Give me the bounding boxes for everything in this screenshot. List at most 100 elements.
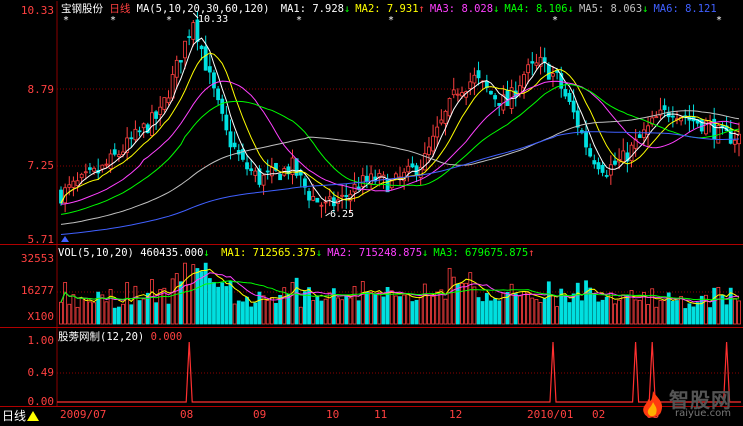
volume-bar-3 (71, 294, 76, 325)
candle-body-148 (670, 115, 675, 118)
volume-bar-23 (154, 302, 158, 325)
volume-bar-122 (563, 295, 568, 325)
vol-indicator-1: MA1: 712565.375 (221, 247, 316, 259)
volume-bar-139 (633, 299, 638, 325)
volume-bar-15 (121, 303, 125, 325)
ma-indicator-5: MA5: 8.063 (578, 3, 643, 15)
candle-body-163 (732, 139, 737, 145)
volume-bar-62 (315, 295, 320, 325)
candle-body-99 (468, 81, 473, 89)
volume-bar-58 (298, 306, 303, 325)
volume-bar-132 (604, 296, 609, 325)
volume-bar-50 (265, 300, 270, 325)
period-mode-selector[interactable]: 日线 (2, 408, 40, 424)
volume-bar-81 (393, 295, 398, 325)
volume-bar-91 (435, 291, 440, 325)
candle-body-74 (365, 175, 369, 182)
volume-bar-114 (530, 297, 535, 325)
volume-bar-7 (88, 301, 92, 325)
ma-indicator-3-arrow: ↓ (493, 3, 500, 15)
volume-bar-22 (150, 279, 154, 325)
candle-body-141 (642, 129, 646, 138)
candle-body-63 (319, 204, 324, 207)
volume-header: VOL(5,10,20) 460435.000↓ MA1: 712565.375… (58, 247, 535, 259)
volume-bar-146 (662, 300, 667, 325)
volume-bar-150 (679, 296, 684, 325)
volume-bar-123 (567, 302, 572, 325)
volume-bar-30 (183, 262, 187, 325)
candle-body-100 (472, 74, 477, 84)
volume-bar-72 (356, 300, 361, 325)
candle-body-128 (588, 148, 593, 157)
volume-bar-88 (422, 283, 427, 325)
stock-name[interactable]: 宝钢股份 (61, 3, 103, 15)
vol-label: VOL(5,10,20) (58, 247, 134, 259)
candle-body-50 (265, 170, 270, 173)
chart-canvas: * * * * * * * (0, 1, 743, 407)
vol-indicator-3: MA3: 679675.875 (433, 247, 529, 259)
candle-body-5 (79, 173, 84, 179)
volume-bar-131 (600, 299, 605, 325)
candle-body-35 (203, 46, 208, 71)
candle-body-101 (476, 70, 481, 79)
candle-body-14 (116, 154, 121, 157)
volume-bar-12 (108, 289, 113, 325)
indicator-tick-3: 0.00 (27, 395, 55, 408)
volume-bar-95 (451, 276, 456, 325)
volume-bar-89 (427, 294, 431, 325)
candle-body-130 (596, 162, 601, 170)
volume-bar-52 (274, 302, 278, 325)
volume-bar-144 (654, 306, 659, 325)
candle-body-23 (154, 111, 158, 119)
volume-bar-94 (447, 267, 452, 325)
volume-bar-85 (410, 301, 415, 325)
volume-bar-140 (637, 299, 642, 325)
volume-bar-59 (303, 291, 307, 325)
volume-bar-64 (323, 298, 328, 325)
price-tick-3: 7.25 (27, 159, 55, 172)
candle-body-53 (278, 173, 283, 181)
volume-bar-127 (584, 280, 588, 325)
candle-body-31 (187, 36, 192, 38)
volume-bar-17 (129, 304, 134, 325)
volume-bar-36 (207, 278, 212, 325)
volume-bar-41 (228, 280, 233, 325)
vol-indicator-2: MA2: 715248.875 (327, 247, 423, 259)
candle-body-65 (327, 196, 332, 200)
price-tick-4: 5.71 (27, 233, 55, 246)
vol-value: 460435.000 (140, 247, 204, 259)
candle-body-46 (249, 168, 254, 172)
volume-tick-1: 32553 (20, 252, 54, 265)
candle-body-136 (621, 150, 626, 162)
candle-body-131 (600, 165, 605, 173)
candle-body-20 (141, 123, 146, 129)
volume-bar-101 (476, 297, 481, 325)
candle-body-129 (592, 160, 597, 165)
volume-bar-28 (174, 273, 179, 325)
volume-bar-63 (319, 300, 324, 325)
candle-body-6 (83, 171, 88, 174)
flame-icon (643, 391, 663, 418)
candle-body-12 (108, 153, 113, 169)
candle-body-86 (414, 165, 419, 176)
volume-bar-61 (311, 300, 316, 325)
low-annotation: 6.25 (330, 209, 355, 220)
candle-body-10 (100, 164, 105, 170)
candle-body-92 (439, 119, 444, 124)
x-label-10: 10 (326, 408, 340, 421)
volume-bar-152 (687, 303, 692, 325)
ma-indicator-4-arrow: ↓ (567, 3, 574, 15)
stock-chart-window: * * * * * * * 宝钢股份 日线 MA(5,10,20,30,60,120) MA… (0, 0, 743, 426)
candle-body-49 (261, 174, 266, 186)
candle-body-146 (662, 105, 667, 111)
volume-bar-11 (104, 301, 109, 325)
volume-bar-120 (555, 306, 559, 325)
candle-body-40 (224, 114, 229, 131)
volume-bar-33 (195, 268, 200, 325)
ma-indicator-4: MA4: 8.106 (504, 3, 568, 15)
volume-bar-82 (398, 296, 402, 325)
high-annotation: 10.33 (198, 14, 229, 25)
volume-bar-77 (377, 292, 382, 325)
period-mode-label: 日线 (2, 409, 27, 423)
period-label[interactable]: 日线 (109, 3, 130, 15)
